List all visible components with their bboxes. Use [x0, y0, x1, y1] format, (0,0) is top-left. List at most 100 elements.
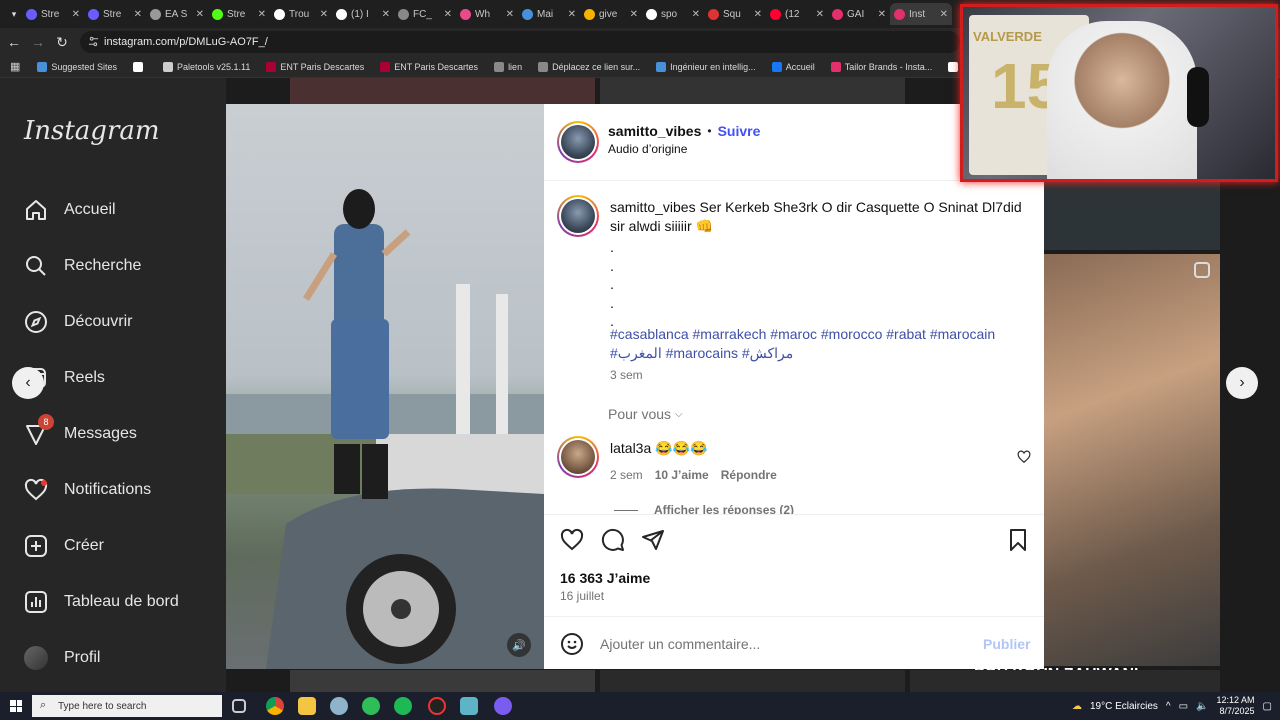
- network-icon[interactable]: ▭: [1179, 701, 1188, 712]
- share-icon[interactable]: [641, 528, 665, 552]
- app-icon[interactable]: [460, 697, 478, 715]
- browser-tab[interactable]: Stre ✕: [22, 3, 84, 25]
- reload-icon[interactable]: ↻: [50, 30, 74, 54]
- browser-tab[interactable]: (12 ✕: [766, 3, 828, 25]
- app-icon[interactable]: [494, 697, 512, 715]
- bookmark-item[interactable]: Tailor Brands - Insta...: [826, 61, 938, 72]
- close-icon[interactable]: ✕: [506, 9, 514, 20]
- notifications-icon[interactable]: ▢: [1263, 701, 1272, 712]
- browser-tab[interactable]: give ✕: [580, 3, 642, 25]
- comments-scroll[interactable]: samitto_vibes Ser Kerkeb She3rk O dir Ca…: [544, 182, 1044, 514]
- sidebar-item-creer[interactable]: Créer: [24, 534, 104, 558]
- weather-text[interactable]: 19°C Eclaircies: [1090, 701, 1158, 712]
- close-icon[interactable]: ✕: [692, 9, 700, 20]
- for-you-dropdown[interactable]: Pour vous ⌵: [608, 406, 683, 422]
- close-icon[interactable]: ✕: [630, 9, 638, 20]
- app-icon[interactable]: [428, 697, 446, 715]
- comment-icon[interactable]: [601, 528, 625, 552]
- site-info-icon[interactable]: [88, 36, 99, 47]
- browser-tab[interactable]: Trou ✕: [270, 3, 332, 25]
- browser-tab[interactable]: GAI ✕: [828, 3, 890, 25]
- bookmark-item[interactable]: Déplacez ce lien sur...: [533, 61, 645, 72]
- close-icon[interactable]: ✕: [754, 9, 762, 20]
- close-icon[interactable]: ✕: [444, 9, 452, 20]
- bookmark-item[interactable]: ENT Paris Descartes: [375, 61, 483, 72]
- tray-chevron-icon[interactable]: ^: [1166, 701, 1171, 712]
- back-icon[interactable]: ←: [2, 30, 26, 54]
- close-icon[interactable]: ✕: [258, 9, 266, 20]
- volume-icon[interactable]: 🔊: [507, 633, 531, 657]
- close-icon[interactable]: ✕: [878, 9, 886, 20]
- weather-icon[interactable]: ☁: [1072, 701, 1082, 712]
- browser-tab[interactable]: Squ ✕: [704, 3, 766, 25]
- view-replies-button[interactable]: Afficher les réponses (2): [614, 503, 794, 514]
- instagram-logo[interactable]: Instagram: [24, 116, 160, 146]
- commenter-avatar[interactable]: [557, 436, 599, 478]
- sidebar-item-decouvrir[interactable]: Découvrir: [24, 310, 132, 334]
- bookmark-item[interactable]: ENT Paris Descartes: [261, 61, 369, 72]
- save-icon[interactable]: [1006, 528, 1030, 552]
- address-bar[interactable]: instagram.com/p/DMLuG-AO7F_/: [80, 31, 960, 53]
- browser-tab[interactable]: Inst ✕: [890, 3, 952, 25]
- task-view-icon[interactable]: [232, 699, 246, 713]
- comment-username[interactable]: latal3a: [610, 440, 651, 456]
- close-icon[interactable]: ✕: [134, 9, 142, 20]
- like-icon[interactable]: [560, 528, 584, 552]
- sidebar-item-notifications[interactable]: Notifications: [24, 478, 151, 502]
- caption-hashtags[interactable]: #casablanca #marrakech #maroc #morocco #…: [610, 325, 1030, 363]
- windows-start-icon[interactable]: [10, 700, 22, 712]
- sidebar-item-tableau-de-bord[interactable]: Tableau de bord: [24, 590, 179, 614]
- browser-tab[interactable]: Stre ✕: [208, 3, 270, 25]
- next-post-button[interactable]: ›: [1226, 367, 1258, 399]
- close-icon[interactable]: ✕: [568, 9, 576, 20]
- close-icon[interactable]: ✕: [196, 9, 204, 20]
- app-icon[interactable]: [330, 697, 348, 715]
- sidebar-item-accueil[interactable]: Accueil: [24, 198, 116, 222]
- chrome-icon[interactable]: [266, 697, 284, 715]
- browser-tab[interactable]: FC_ ✕: [394, 3, 456, 25]
- sidebar-item-messages[interactable]: 8 Messages: [24, 414, 137, 446]
- add-comment-input[interactable]: Ajouter un commentaire...: [600, 636, 960, 652]
- author-avatar[interactable]: [557, 121, 599, 163]
- emoji-icon[interactable]: [560, 632, 584, 656]
- publish-button[interactable]: Publier: [983, 636, 1030, 652]
- taskbar-search-input[interactable]: ⌕ Type here to search: [32, 695, 222, 717]
- sidebar-item-recherche[interactable]: Recherche: [24, 254, 141, 278]
- close-icon[interactable]: ✕: [816, 9, 824, 20]
- clock[interactable]: 12:12 AM 8/7/2025: [1217, 695, 1255, 717]
- author-username[interactable]: samitto_vibes: [608, 123, 701, 139]
- browser-tab[interactable]: Mai ✕: [518, 3, 580, 25]
- post-video[interactable]: 🔊: [226, 104, 544, 669]
- likes-count[interactable]: 16 363 J’aime: [560, 570, 650, 586]
- close-icon[interactable]: ✕: [940, 9, 948, 20]
- follow-button[interactable]: Suivre: [718, 123, 761, 139]
- browser-tab[interactable]: EA S ✕: [146, 3, 208, 25]
- previous-post-button[interactable]: ‹: [12, 367, 44, 399]
- close-icon[interactable]: ✕: [382, 9, 390, 20]
- browser-tab[interactable]: (1) I ✕: [332, 3, 394, 25]
- bookmark-item[interactable]: Ingénieur en intellig...: [651, 61, 761, 72]
- sidebar-item-profil[interactable]: Profil: [24, 646, 100, 670]
- caption-username[interactable]: samitto_vibes: [610, 199, 696, 215]
- spotify-icon[interactable]: [394, 697, 412, 715]
- file-explorer-icon[interactable]: [298, 697, 316, 715]
- comment-likes[interactable]: 10 J’aime: [655, 468, 709, 482]
- volume-icon[interactable]: 🔈: [1196, 701, 1208, 712]
- close-icon[interactable]: ✕: [320, 9, 328, 20]
- forward-icon[interactable]: →: [26, 30, 50, 54]
- close-icon[interactable]: ✕: [72, 9, 80, 20]
- caption-avatar[interactable]: [557, 195, 599, 237]
- app-icon[interactable]: [362, 697, 380, 715]
- apps-grid-icon[interactable]: ▦: [10, 60, 20, 73]
- bookmark-item[interactable]: Suggested Sites: [32, 61, 122, 72]
- browser-tab[interactable]: Stre ✕: [84, 3, 146, 25]
- audio-label[interactable]: Audio d’origine: [608, 142, 687, 156]
- bookmark-item[interactable]: [128, 61, 152, 72]
- reply-button[interactable]: Répondre: [721, 468, 777, 482]
- browser-tab[interactable]: Wh ✕: [456, 3, 518, 25]
- bookmark-item[interactable]: lien: [489, 61, 527, 72]
- bookmark-item[interactable]: Accueil: [767, 61, 820, 72]
- comment-like-icon[interactable]: [1017, 450, 1031, 464]
- browser-tab[interactable]: spo ✕: [642, 3, 704, 25]
- bookmark-item[interactable]: Paletools v25.1.11: [158, 61, 255, 72]
